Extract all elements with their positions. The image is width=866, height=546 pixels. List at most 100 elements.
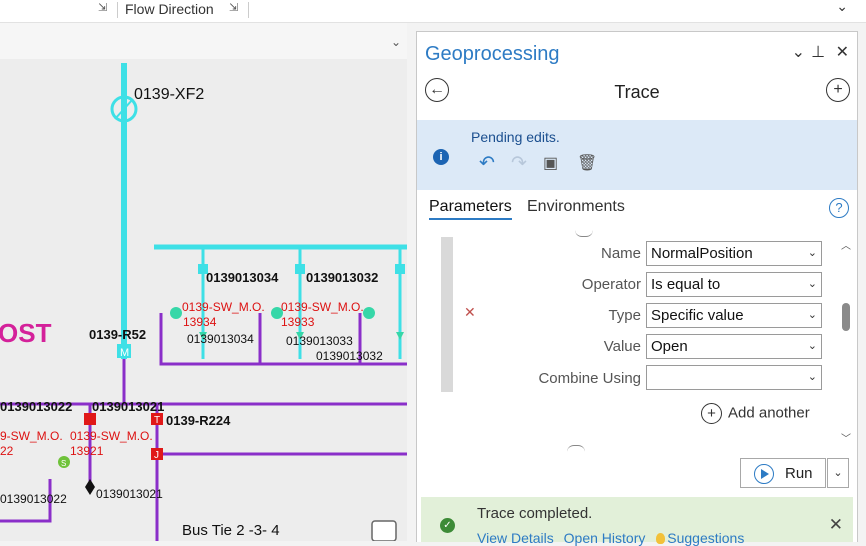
node-label: 0139013032 <box>316 349 383 363</box>
chevron-down-icon: ⌄ <box>807 309 817 321</box>
plus-circle-icon: + <box>701 403 722 424</box>
device-label: 0139013032 <box>306 270 378 285</box>
device-label: 0139013022 <box>0 399 72 414</box>
open-history-link[interactable]: Open History <box>564 530 646 546</box>
info-icon: i <box>433 149 449 165</box>
switch-marker-t-letter: T <box>154 415 160 426</box>
node-label: 0139013021 <box>96 487 163 501</box>
flow-direction-label: Flow Direction <box>125 1 214 17</box>
switch-label: 0139-SW_M.O. <box>70 429 153 443</box>
tab-environments[interactable]: Environments <box>527 198 625 216</box>
device-label: 0139013021 <box>92 399 164 414</box>
geoprocessing-pane: Geoprocessing ⌄ ⊥ ✕ ← Trace + i Pending … <box>416 31 858 546</box>
suggestions-link[interactable]: Suggestions <box>667 530 744 546</box>
switch-label: 0139-SW_M.O. <box>182 300 265 314</box>
param-label-name: Name <box>600 245 641 262</box>
combine-using-dropdown[interactable]: ⌄ <box>646 365 822 390</box>
utility-network-map[interactable]: M S T J 0139-XF2 0139013034 0139013032 0… <box>0 59 407 541</box>
parameters-section: ✕ Name NormalPosition ⌄ Operator Is equal… <box>417 232 857 452</box>
ribbon-strip: ⇲ Flow Direction ⇲ ⌄ <box>0 0 866 23</box>
terminal-diamond[interactable] <box>85 479 95 495</box>
map-legend-icon[interactable] <box>371 520 397 541</box>
marker-m-letter: M <box>120 347 129 359</box>
pin-icon[interactable]: ⊥ <box>811 42 825 62</box>
switch-marker-j-letter: J <box>154 450 159 461</box>
scroll-indicator <box>567 445 585 452</box>
chevron-down-icon: ⌄ <box>807 371 817 383</box>
expression-group-bar <box>441 237 453 392</box>
device-label: 0139013034 <box>206 270 279 285</box>
node-label: 0139013034 <box>187 332 254 346</box>
map-header-bar: ⌄ <box>0 23 407 59</box>
run-play-icon <box>754 464 774 484</box>
junction-node-s-letter: S <box>61 459 66 468</box>
device-marker[interactable] <box>295 264 305 274</box>
switch-label: 9-SW_M.O. <box>0 429 63 443</box>
help-icon[interactable]: ? <box>829 198 849 218</box>
run-button[interactable]: Run <box>740 458 826 488</box>
status-links: View Details Open History Suggestions <box>477 530 744 546</box>
node-label: 0139013022 <box>0 492 67 506</box>
flow-arrow-icon <box>396 332 404 340</box>
device-marker[interactable] <box>395 264 405 274</box>
tool-title: Trace <box>614 82 660 102</box>
switch-label: 22 <box>0 444 14 458</box>
pane-options-chevron-icon[interactable]: ⌄ <box>792 42 805 62</box>
chevron-down-icon: ⌄ <box>807 278 817 290</box>
switch-marker[interactable] <box>84 413 96 425</box>
chevron-down-icon: ⌄ <box>807 247 817 259</box>
operator-dropdown[interactable]: Is equal to ⌄ <box>646 272 822 297</box>
plus-icon: + <box>833 81 843 98</box>
status-banner: ✓ Trace completed. ✕ View Details Open H… <box>421 497 853 546</box>
device-label: 0139-XF2 <box>134 86 204 103</box>
close-pane-icon[interactable]: ✕ <box>836 42 849 62</box>
node-label: 0139013033 <box>286 334 353 348</box>
type-value: Specific value <box>651 307 744 324</box>
pending-edits-banner: i Pending edits. ↶ ↷ ▣ 🗑 <box>417 120 857 190</box>
add-tool-button[interactable]: + <box>826 78 850 102</box>
switch-label: 13934 <box>183 315 217 329</box>
chevron-down-icon: ⌄ <box>833 467 843 479</box>
parameters-scrollbar[interactable]: ︿ ﹀ <box>841 237 851 447</box>
add-another-button[interactable]: + Add another <box>701 403 810 424</box>
operator-value: Is equal to <box>651 276 721 293</box>
remove-condition-icon[interactable]: ✕ <box>464 304 476 321</box>
param-label-combine-using: Combine Using <box>538 370 641 387</box>
close-status-icon[interactable]: ✕ <box>829 515 843 535</box>
lightbulb-icon <box>656 533 666 544</box>
param-label-type: Type <box>608 307 641 324</box>
value-value: Open <box>651 338 688 355</box>
name-dropdown[interactable]: NormalPosition ⌄ <box>646 241 822 266</box>
tab-parameters[interactable]: Parameters <box>429 198 512 220</box>
scroll-up-icon[interactable]: ︿ <box>841 237 851 252</box>
redo-icon[interactable]: ↷ <box>511 154 527 174</box>
undo-icon[interactable]: ↶ <box>479 154 495 174</box>
status-text: Trace completed. <box>477 505 593 522</box>
scrollbar-thumb[interactable] <box>842 303 850 331</box>
save-edits-icon[interactable]: ▣ <box>543 154 558 174</box>
ribbon-separator <box>117 2 118 18</box>
discard-edits-icon[interactable]: 🗑 <box>577 154 597 174</box>
pending-edits-text: Pending edits. <box>471 129 560 145</box>
value-dropdown[interactable]: Open ⌄ <box>646 334 822 359</box>
dialog-launcher-icon[interactable]: ⇲ <box>229 3 240 14</box>
ribbon-collapse-chevron-icon[interactable]: ⌄ <box>836 0 848 15</box>
map-chevron-down-icon[interactable]: ⌄ <box>391 35 401 49</box>
view-details-link[interactable]: View Details <box>477 530 554 546</box>
param-label-operator: Operator <box>581 276 641 293</box>
scroll-down-icon[interactable]: ﹀ <box>841 430 851 445</box>
param-label-value: Value <box>603 338 641 355</box>
junction-node[interactable] <box>170 307 182 319</box>
dialog-launcher-icon[interactable]: ⇲ <box>98 3 109 14</box>
run-label: Run <box>785 465 813 482</box>
switch-label: 13921 <box>70 444 104 458</box>
run-options-dropdown[interactable]: ⌄ <box>827 458 849 488</box>
junction-node[interactable] <box>363 307 375 319</box>
map-view[interactable]: ⌄ M S T J 0139-XF2 0139013034 0139013032… <box>0 23 407 541</box>
switch-label: 0139-SW_M.O. <box>281 300 364 314</box>
pane-tabs: Parameters Environments ? <box>417 190 857 226</box>
switch-label: 13933 <box>281 315 315 329</box>
type-dropdown[interactable]: Specific value ⌄ <box>646 303 822 328</box>
bus-tie-label: Bus Tie 2 -3- 4 <box>182 522 280 539</box>
name-value: NormalPosition <box>651 245 753 262</box>
